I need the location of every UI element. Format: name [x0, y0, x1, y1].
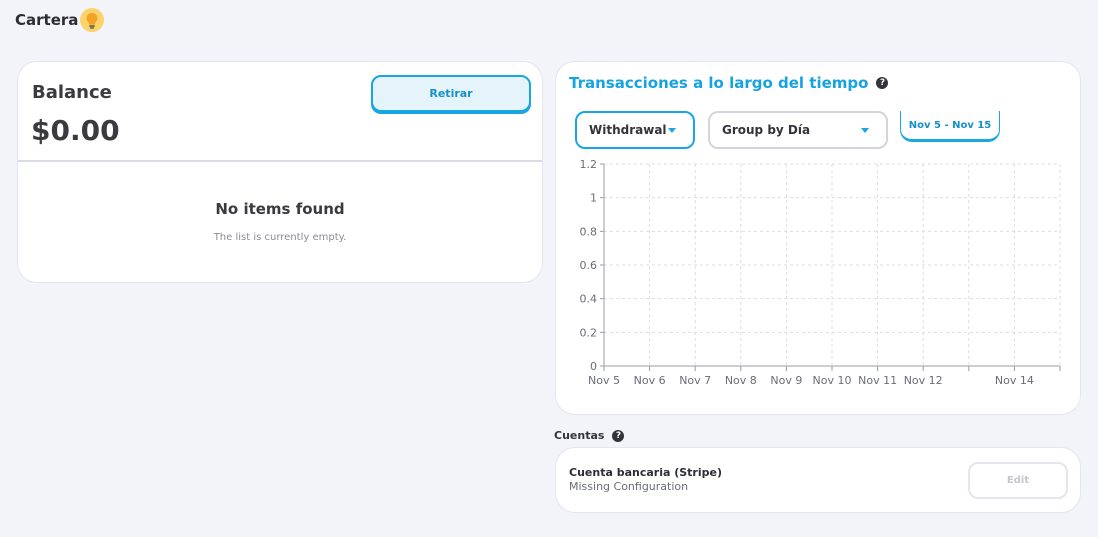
y-tick-label: 0	[590, 360, 597, 373]
y-tick-label: 1.2	[580, 158, 598, 171]
y-tick-label: 0.4	[580, 293, 598, 306]
transactions-chart: 0 0.2 0.4 0.6 0.8 1 1.2 Nov 5 Nov 6 Nov 7 Nov 8 Nov…	[580, 158, 1061, 387]
y-tick-label: 0.8	[580, 225, 598, 238]
accounts-title: Cuentas ?	[554, 429, 625, 442]
balance-amount: $0.00	[31, 114, 120, 147]
balance-card: Balance $0.00 Retirar No items found The…	[17, 61, 543, 283]
x-tick-label: Nov 14	[995, 374, 1034, 387]
account-card: Cuenta bancaria (Stripe) Missing Configu…	[555, 447, 1081, 513]
page-header: Cartera	[15, 8, 105, 32]
x-tick-label: Nov 5	[588, 374, 620, 387]
lightbulb-icon[interactable]	[80, 8, 105, 32]
empty-state-subtitle: The list is currently empty.	[213, 232, 347, 243]
x-tick-label: Nov 10	[813, 374, 852, 387]
balance-label: Balance	[32, 82, 112, 103]
y-tick-label: 1	[590, 192, 597, 205]
withdraw-button[interactable]: Retirar	[371, 75, 531, 112]
account-status: Missing Configuration	[569, 480, 689, 493]
x-tick-label: Nov 6	[634, 374, 666, 387]
empty-state-title: No items found	[215, 200, 345, 218]
edit-account-button[interactable]: Edit	[968, 462, 1068, 499]
y-tick-label: 0.2	[580, 326, 598, 339]
account-name: Cuenta bancaria (Stripe)	[569, 466, 722, 479]
x-tick-label: Nov 11	[858, 374, 897, 387]
balance-divider	[18, 160, 542, 162]
x-tick-label: Nov 12	[904, 374, 943, 387]
x-tick-label: Nov 7	[679, 374, 711, 387]
page-title: Cartera	[15, 11, 79, 29]
accounts-title-text: Cuentas	[554, 429, 605, 442]
x-tick-label: Nov 8	[725, 374, 757, 387]
transactions-card: Transacciones a lo largo del tiempo ? Wi…	[555, 61, 1081, 415]
help-icon[interactable]: ?	[612, 429, 625, 442]
x-tick-label: Nov 9	[770, 374, 802, 387]
y-tick-label: 0.6	[580, 259, 598, 272]
